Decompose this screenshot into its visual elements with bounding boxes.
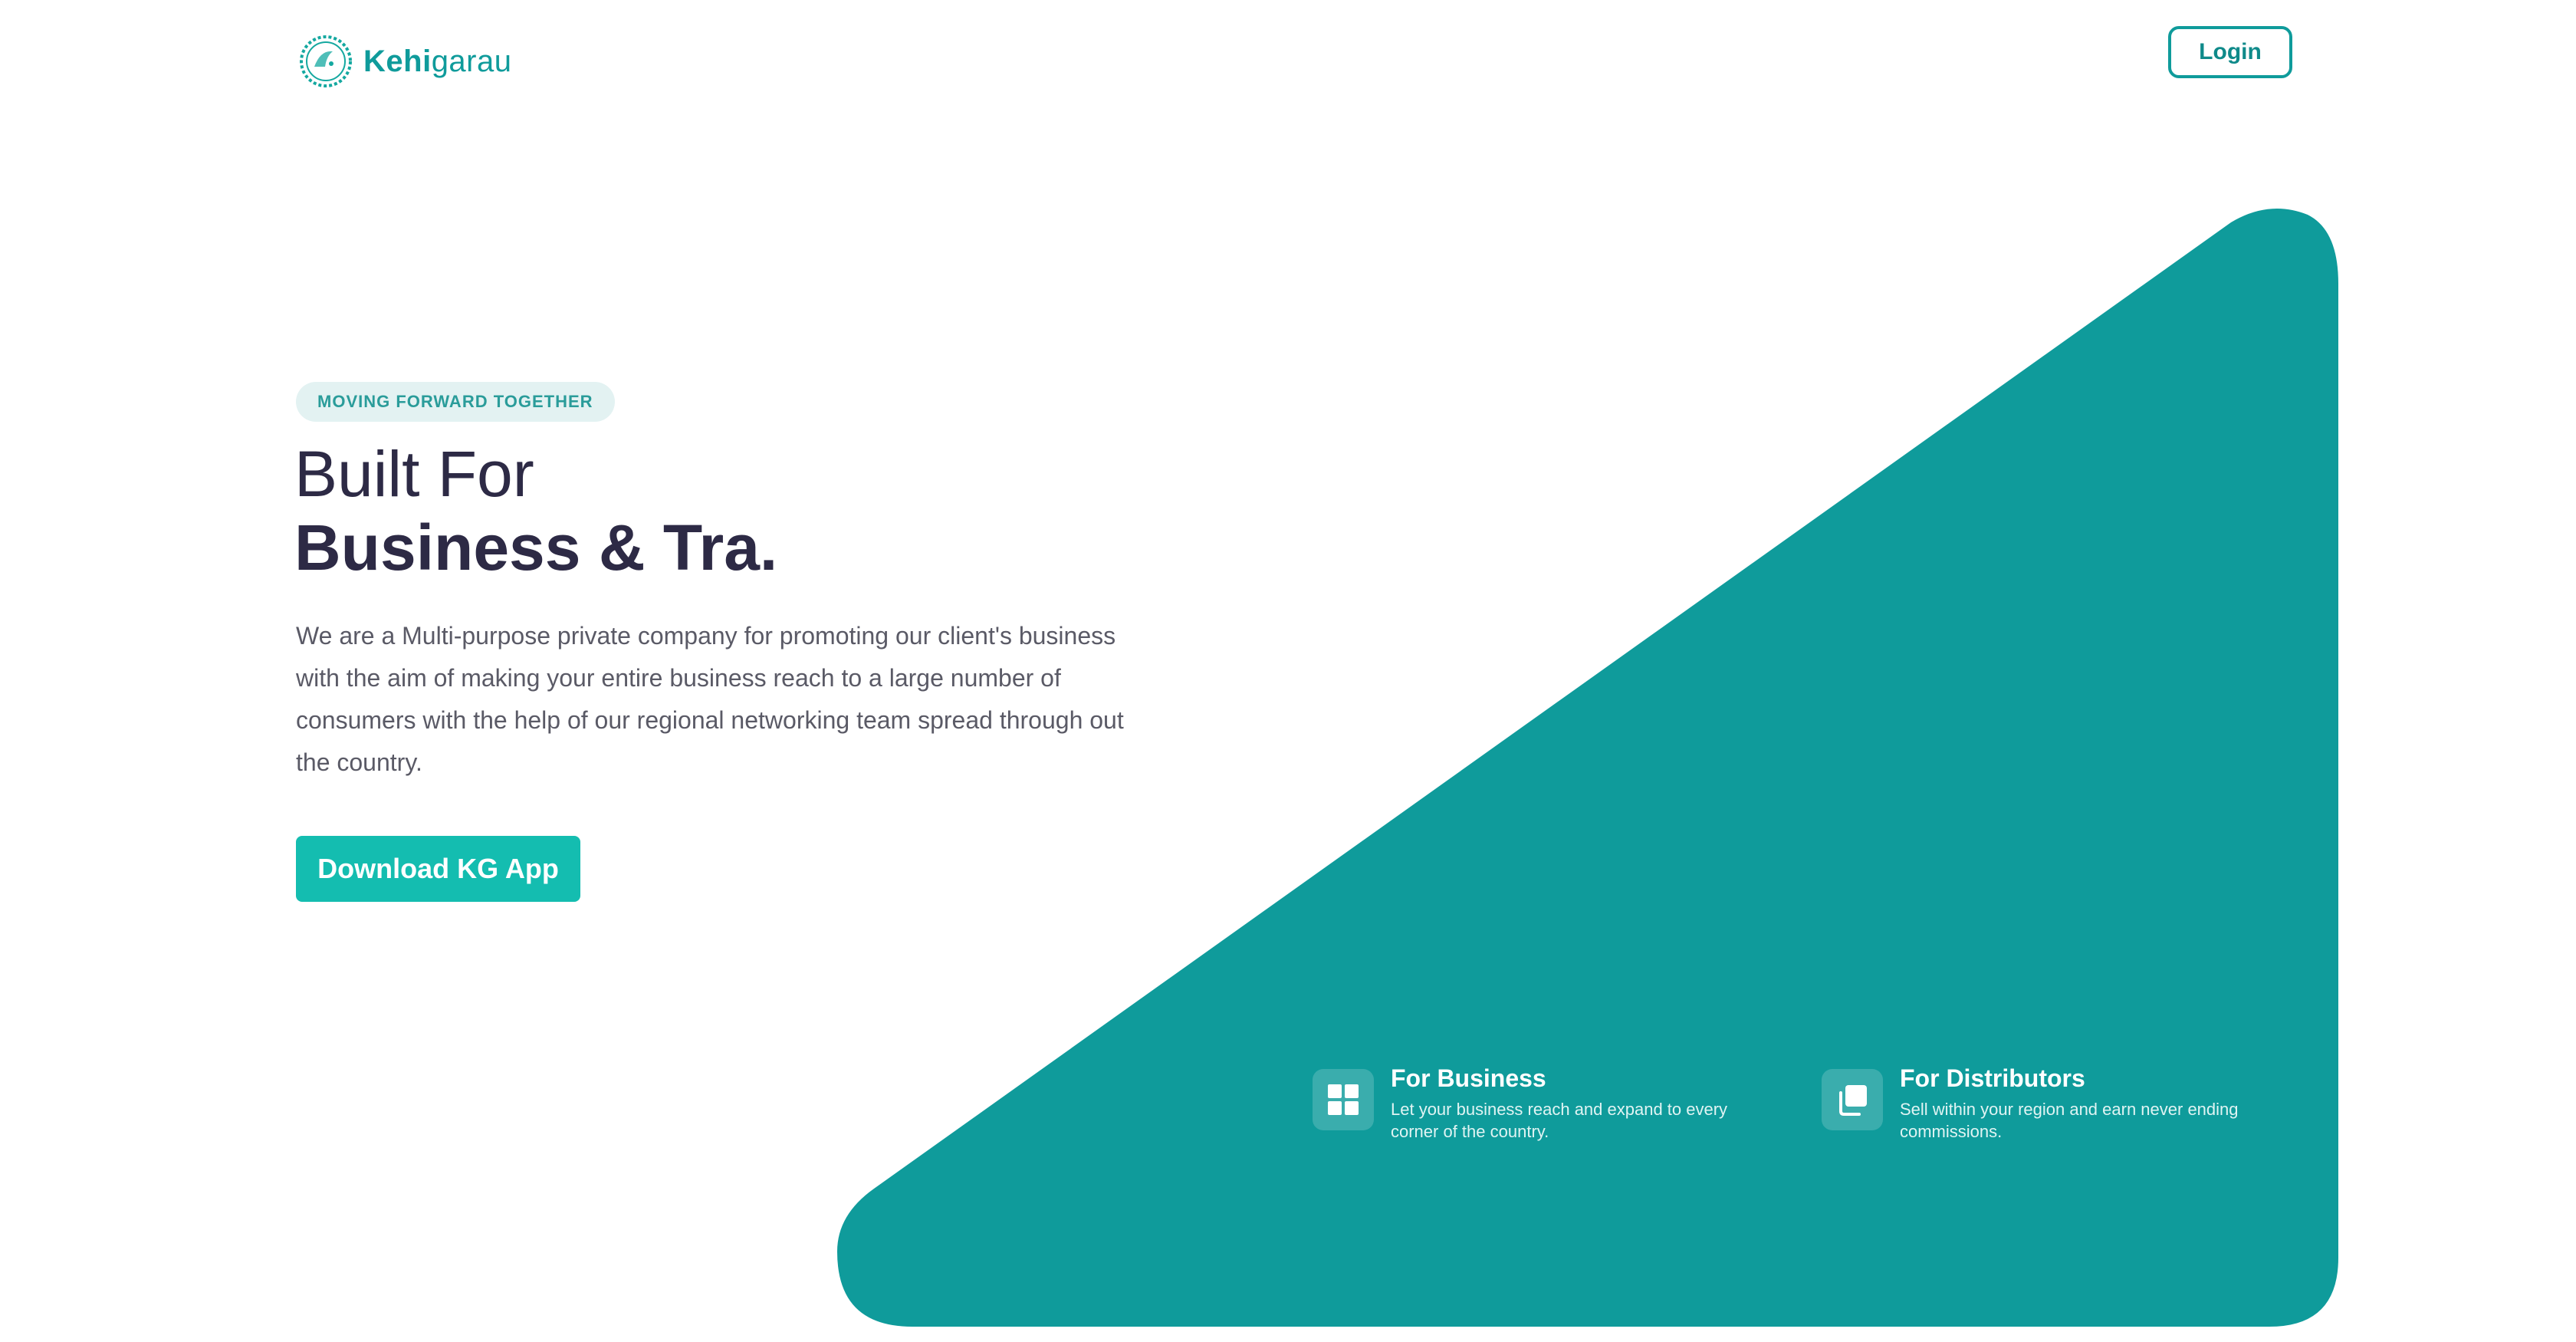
feature-description: Let your business reach and expand to ev…	[1391, 1100, 1728, 1141]
copy-icon	[1822, 1069, 1883, 1130]
download-app-button[interactable]: Download KG App	[296, 836, 580, 902]
feature-title: For Distributors	[1900, 1064, 2085, 1092]
logo-text-light: garau	[431, 44, 512, 78]
grid-icon	[1313, 1069, 1374, 1130]
logo-text-bold: Kehi	[363, 44, 432, 78]
tagline-badge: MOVING FORWARD TOGETHER	[296, 382, 615, 422]
hero-title-line1: Built For	[294, 438, 534, 510]
feature-distributors: For Distributors Sell within your region…	[1822, 1063, 2268, 1143]
logo-wordmark: Kehi garau	[363, 44, 512, 79]
login-button[interactable]: Login	[2168, 26, 2292, 78]
feature-description: Sell within your region and earn never e…	[1900, 1100, 2239, 1141]
hero-description: We are a Multi-purpose private company f…	[296, 622, 1124, 776]
feature-title: For Business	[1391, 1064, 1546, 1092]
brand-logo[interactable]: Kehi garau	[297, 33, 512, 90]
logo-emblem-icon	[300, 35, 352, 87]
hero-title-line2: Business & Tra.	[294, 511, 778, 584]
landing-page: Kehi garau Login MOVING FORWARD TOGETHER …	[0, 0, 2576, 1342]
feature-business: For Business Let your business reach and…	[1313, 1063, 1759, 1143]
